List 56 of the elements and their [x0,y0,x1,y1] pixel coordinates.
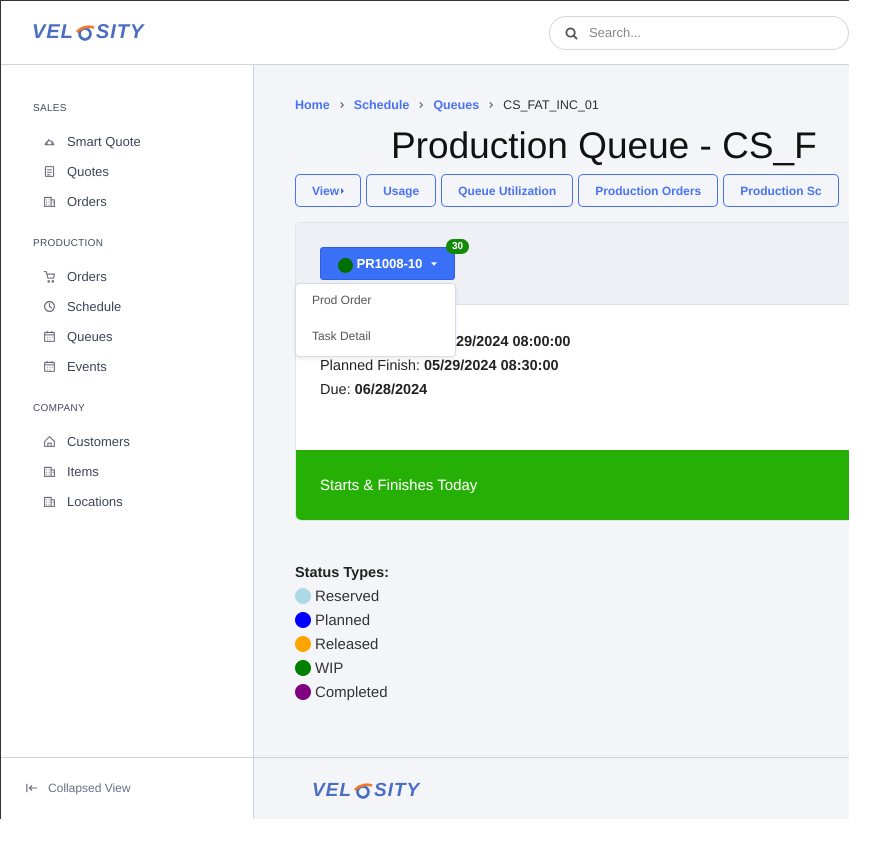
detail-line: Due: 06/28/2024 [320,381,428,400]
breadcrumb-current: CS_FAT_INC_01 [503,98,599,112]
search-field[interactable]: Search... [549,16,849,50]
sidebar-item[interactable]: Customers [33,426,253,456]
chevron-icon [418,101,424,109]
toolbar-button[interactable]: Queue Utilization [441,174,574,207]
calendar-icon [43,330,56,342]
menu-item[interactable]: Prod Order [296,290,455,326]
chevron-icon [338,101,345,109]
cart-icon [43,270,56,282]
legend-label: WIP [315,660,344,676]
caret-icon [431,262,438,266]
caret-icon [341,188,344,194]
toolbar-button[interactable]: View [295,174,362,207]
building-icon [43,194,56,208]
document-icon [43,164,56,178]
menu-item[interactable]: Task Detail [296,326,455,350]
legend-title: Status Types: [295,565,390,581]
toolbar-button[interactable]: Usage [366,174,436,207]
collapse-arrow-icon [25,782,39,794]
sidebar-item[interactable]: Orders [33,186,253,216]
detail-line: Planned Finish: 05/29/2024 08:30:00 [320,357,559,376]
legend-label: Planned [315,612,370,628]
sidebar-item[interactable]: Schedule [33,291,253,321]
velosity-logo: VEL SITY [312,780,420,802]
legend-label: Reserved [315,588,380,604]
sidebar-item[interactable]: Items [33,456,253,486]
page-title: Production Queue - CS_F [391,124,818,168]
building-icon [43,464,56,478]
toolbar-button[interactable]: Production Orders [578,174,718,207]
calendar-icon [43,360,56,372]
chevron-icon [488,101,494,109]
breadcrumb-link[interactable]: Schedule [354,98,410,112]
section-heading: PRODUCTION [33,238,104,249]
sidebar-item[interactable]: Quotes [33,156,253,186]
breadcrumb-link[interactable]: Home [295,98,330,112]
sidebar-item[interactable]: Locations [33,486,253,516]
toolbar-button[interactable]: Production Sc [723,174,839,207]
clock-icon [43,300,56,312]
house-icon [43,434,56,448]
detail-line: 29/2024 08:00:00 [456,333,570,352]
section-heading: SALES [33,103,68,114]
building-icon [43,494,56,508]
sidebar-item[interactable]: Orders [33,261,253,291]
section-heading: COMPANY [33,403,86,414]
collapse-link[interactable]: Collapsed View [25,781,130,795]
status-banner: Starts & Finishes Today [296,450,849,520]
count-badge: 30 [446,239,470,254]
search-icon [565,26,578,40]
sidebar-item[interactable]: Queues [33,321,253,351]
legend-label: Released [315,636,378,652]
legend-label: Completed [315,684,388,700]
velosity-logo: VEL SITY [32,21,144,44]
sidebar-item[interactable]: Events [33,351,253,381]
sidebar-item[interactable]: Smart Quote [33,126,253,156]
breadcrumb-link[interactable]: Queues [433,98,480,112]
